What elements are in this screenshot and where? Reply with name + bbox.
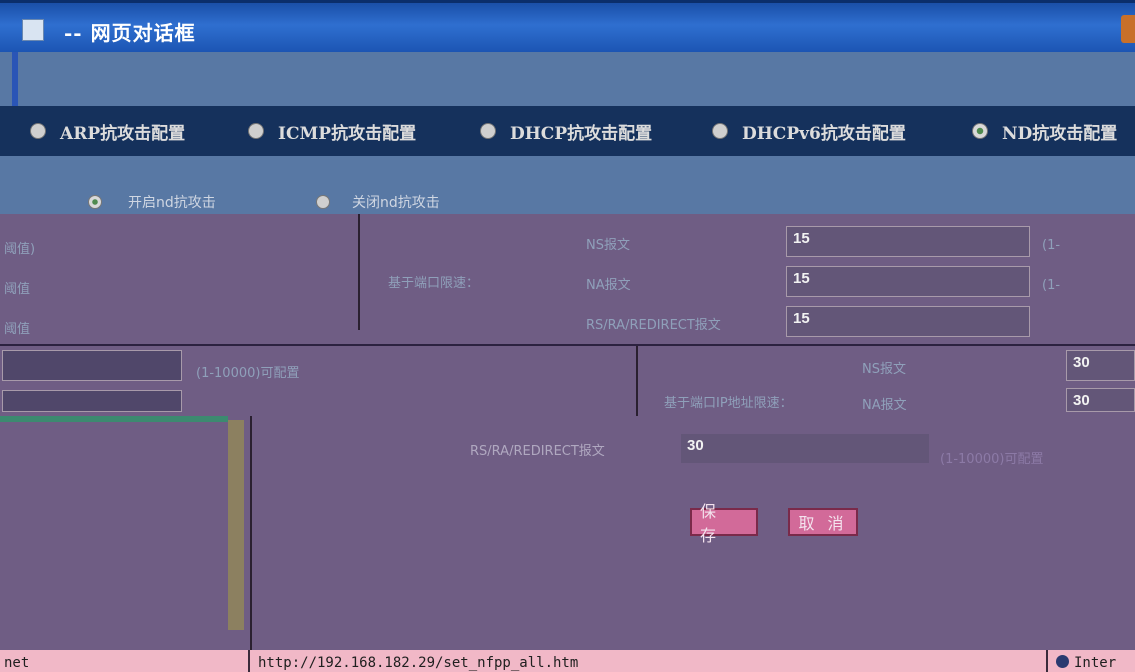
tab-arp-label: ARP抗攻击配置 — [60, 123, 186, 144]
tab-nd-label: ND抗攻击配置 — [1002, 123, 1118, 144]
radio-icon — [712, 123, 728, 139]
status-left: net — [4, 655, 30, 671]
status-separator — [248, 650, 250, 672]
port-limit-label: 基于端口限速： — [388, 276, 480, 291]
tab-icmp-label: ICMP抗攻击配置 — [278, 123, 417, 144]
divider — [250, 416, 252, 650]
range-label: (1-10000)可配置 — [940, 452, 1044, 467]
save-button[interactable]: 保 存 — [690, 502, 758, 545]
tab-dhcp-label: DHCP抗攻击配置 — [510, 123, 653, 144]
radio-selected-icon — [88, 195, 102, 209]
side-bar — [228, 420, 244, 630]
rs-ra-redirect-label: RS/RA/REDIRECT报文 — [470, 444, 605, 459]
tab-dhcpv6[interactable]: DHCPv6抗攻击配置 — [712, 118, 906, 144]
tab-nd[interactable]: ND抗攻击配置 — [972, 118, 1117, 144]
status-bar: net http://192.168.182.29/set_nfpp_all.h… — [0, 650, 1135, 672]
nd-enable-option[interactable]: 开启nd抗攻击 — [88, 192, 216, 212]
radio-icon — [316, 195, 330, 209]
tab-dhcp[interactable]: DHCP抗攻击配置 — [480, 118, 652, 144]
window-title: -- 网页对话框 — [64, 21, 196, 45]
rs-ra-redirect-label: RS/RA/REDIRECT报文 — [586, 318, 721, 333]
na-label: NA报文 — [862, 398, 907, 413]
port-na-input[interactable]: 15 — [786, 266, 1030, 297]
nd-disable-label: 关闭nd抗攻击 — [352, 195, 440, 211]
left-field[interactable] — [2, 350, 182, 381]
nd-disable-option[interactable]: 关闭nd抗攻击 — [316, 192, 440, 212]
radio-selected-icon — [972, 123, 988, 139]
port-ip-limit-label: 基于端口IP地址限速： — [664, 396, 793, 411]
range-hint: (1- — [1042, 238, 1061, 253]
port-rs-ra-input[interactable]: 15 — [786, 306, 1030, 337]
status-zone: Inter — [1074, 655, 1117, 671]
close-icon[interactable] — [1121, 15, 1135, 43]
section1-left-label-1: 阈值) — [4, 242, 36, 257]
tab-arp[interactable]: ARP抗攻击配置 — [30, 118, 185, 144]
cancel-button[interactable]: 取 消 — [788, 508, 858, 536]
radio-icon — [30, 123, 46, 139]
divider — [358, 214, 360, 330]
ns-label: NS报文 — [862, 362, 906, 377]
port-ns-input[interactable]: 15 — [786, 226, 1030, 257]
port-ip-ns-input[interactable]: 30 — [1066, 350, 1135, 381]
nd-enable-label: 开启nd抗攻击 — [128, 195, 216, 211]
section-divider — [0, 344, 1135, 346]
artifact-bar — [0, 416, 228, 422]
na-label: NA报文 — [586, 278, 631, 293]
dialog-icon — [22, 19, 44, 41]
ns-label: NS报文 — [586, 238, 630, 253]
status-url: http://192.168.182.29/set_nfpp_all.htm — [258, 655, 579, 671]
header-band — [0, 52, 1135, 212]
port-ip-rs-ra-input[interactable]: 30 — [680, 433, 930, 464]
radio-icon — [248, 123, 264, 139]
radio-icon — [480, 123, 496, 139]
section1-left-label-3: 阈值 — [4, 322, 31, 337]
range-label: (1-10000)可配置 — [196, 366, 300, 381]
tab-dhcpv6-label: DHCPv6抗攻击配置 — [742, 123, 906, 144]
tab-icmp[interactable]: ICMP抗攻击配置 — [248, 118, 416, 144]
title-bar: -- 网页对话框 — [0, 0, 1135, 52]
attack-type-nav: ARP抗攻击配置 ICMP抗攻击配置 DHCP抗攻击配置 DHCPv6抗攻击配置… — [0, 106, 1135, 156]
port-ip-na-input[interactable]: 30 — [1066, 388, 1135, 412]
status-separator — [1046, 650, 1048, 672]
section1-left-label-2: 阈值 — [4, 282, 31, 297]
globe-icon — [1056, 655, 1069, 668]
range-hint: (1- — [1042, 278, 1061, 293]
left-field[interactable] — [2, 390, 182, 412]
divider — [636, 346, 638, 416]
